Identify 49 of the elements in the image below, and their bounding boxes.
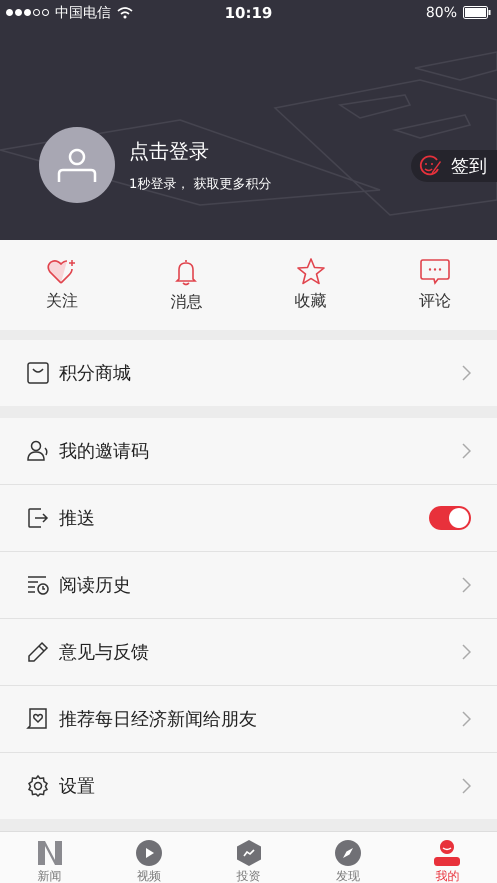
checkin-button[interactable]: 签到 bbox=[411, 150, 497, 182]
login-link[interactable]: 点击登录 bbox=[129, 138, 272, 164]
bag-icon bbox=[26, 361, 50, 385]
pencil-icon bbox=[26, 640, 50, 664]
shortcut-button[interactable]: 评论 bbox=[372, 240, 497, 330]
exit-icon bbox=[26, 506, 50, 530]
tab-button[interactable]: 投资 bbox=[198, 832, 298, 883]
menu-item[interactable]: 阅读历史 bbox=[0, 552, 497, 619]
tab-button[interactable]: 新闻 bbox=[0, 832, 100, 883]
chevron-right-icon bbox=[462, 443, 471, 459]
menu-item[interactable]: 推荐每日经济新闻给朋友 bbox=[0, 686, 497, 753]
chat-bubble-icon bbox=[420, 258, 450, 284]
shortcut-button[interactable]: 消息 bbox=[124, 240, 248, 330]
carrier-name: 中国电信 bbox=[55, 4, 111, 22]
battery-icon bbox=[463, 6, 491, 19]
star-icon bbox=[296, 258, 325, 285]
menu-item[interactable]: 推送 bbox=[0, 485, 497, 552]
menu-item[interactable]: 意见与反馈 bbox=[0, 619, 497, 686]
bell-icon bbox=[174, 258, 198, 286]
chevron-right-icon bbox=[462, 778, 471, 794]
heart-plus-icon bbox=[47, 258, 78, 284]
tab-button[interactable]: 我的 bbox=[398, 832, 497, 883]
settings-icon bbox=[26, 774, 50, 798]
play-icon bbox=[136, 840, 162, 866]
tab-button[interactable]: 视频 bbox=[99, 832, 199, 883]
heart-card-icon bbox=[26, 707, 50, 731]
menu-item[interactable]: 积分商城 bbox=[0, 340, 497, 406]
person-icon bbox=[26, 439, 50, 463]
battery-percent: 80% bbox=[426, 4, 457, 20]
compass-icon bbox=[334, 840, 361, 866]
chevron-right-icon bbox=[462, 711, 471, 727]
chevron-right-icon bbox=[462, 644, 471, 660]
menu-item[interactable]: 设置 bbox=[0, 753, 497, 819]
signal-icon bbox=[6, 9, 49, 16]
login-subtitle: 1秒登录， 获取更多积分 bbox=[129, 176, 272, 192]
chevron-right-icon bbox=[462, 365, 471, 381]
person-icon bbox=[433, 840, 462, 866]
shortcut-button[interactable]: 收藏 bbox=[248, 240, 373, 330]
tab-button[interactable]: 发现 bbox=[298, 832, 398, 883]
wifi-icon bbox=[117, 6, 133, 18]
shortcut-button[interactable]: 关注 bbox=[0, 240, 124, 330]
smiley-pen-icon bbox=[419, 155, 443, 177]
letter-n-icon bbox=[36, 840, 63, 866]
chevron-right-icon bbox=[462, 577, 471, 593]
menu-item[interactable]: 我的邀请码 bbox=[0, 418, 497, 485]
avatar-icon[interactable] bbox=[39, 127, 115, 203]
clock-time: 10:19 bbox=[224, 4, 272, 22]
trend-hexagon-icon bbox=[236, 840, 261, 866]
toggle-switch[interactable] bbox=[429, 506, 471, 530]
